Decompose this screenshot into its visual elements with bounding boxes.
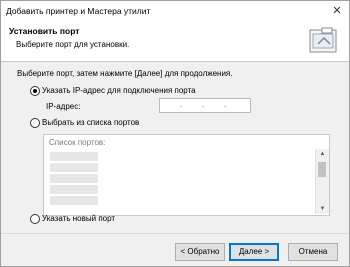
scroll-down-icon[interactable]: ▼ <box>316 204 329 214</box>
cancel-button[interactable]: Отмена <box>288 243 338 261</box>
port-list-scrollbar[interactable]: ▲ ▼ <box>315 149 329 214</box>
next-button[interactable]: Далее > <box>229 243 279 261</box>
footer-divider <box>1 233 349 234</box>
port-list-option-label[interactable]: Выбрать из списка портов <box>42 118 139 127</box>
list-item[interactable] <box>50 163 98 172</box>
ip-separator: . <box>224 100 227 109</box>
title-bar: Добавить принтер и Мастера утилит ✕ <box>1 1 349 21</box>
instruction-text: Выберите порт, затем нажмите [Далее] для… <box>17 69 233 78</box>
port-list[interactable]: Список портов: ▲ ▼ <box>43 134 330 216</box>
scroll-thumb[interactable] <box>318 162 326 177</box>
new-port-option-label[interactable]: Указать новый порт <box>42 214 115 223</box>
back-button[interactable]: < Обратно <box>175 243 225 261</box>
port-list-items[interactable] <box>46 150 315 212</box>
ip-address-label: IP-адрес: <box>46 102 81 111</box>
ip-address-radio[interactable] <box>30 86 40 96</box>
scroll-up-icon[interactable]: ▲ <box>316 149 329 159</box>
list-item[interactable] <box>50 185 98 194</box>
ip-separator: . <box>202 100 205 109</box>
new-port-radio[interactable] <box>30 214 40 224</box>
list-item[interactable] <box>50 174 98 183</box>
ip-address-option-label[interactable]: Указать IP-адрес для подключения порта <box>42 86 196 95</box>
window-title: Добавить принтер и Мастера утилит <box>6 6 151 16</box>
page-title: Установить порт <box>9 26 80 36</box>
port-list-radio[interactable] <box>30 118 40 128</box>
dialog-window: Добавить принтер и Мастера утилит ✕ Уста… <box>0 0 350 267</box>
wizard-header: Установить порт Выберите порт для устано… <box>1 21 349 62</box>
close-icon[interactable]: ✕ <box>329 3 345 19</box>
ip-separator: . <box>180 100 183 109</box>
port-list-caption: Список портов: <box>49 138 106 147</box>
list-item[interactable] <box>50 196 98 205</box>
printer-port-icon <box>309 27 337 53</box>
list-item[interactable] <box>50 152 98 161</box>
ip-address-input[interactable]: . . . <box>159 98 251 113</box>
page-subtitle: Выберите порт для установки. <box>16 40 130 49</box>
